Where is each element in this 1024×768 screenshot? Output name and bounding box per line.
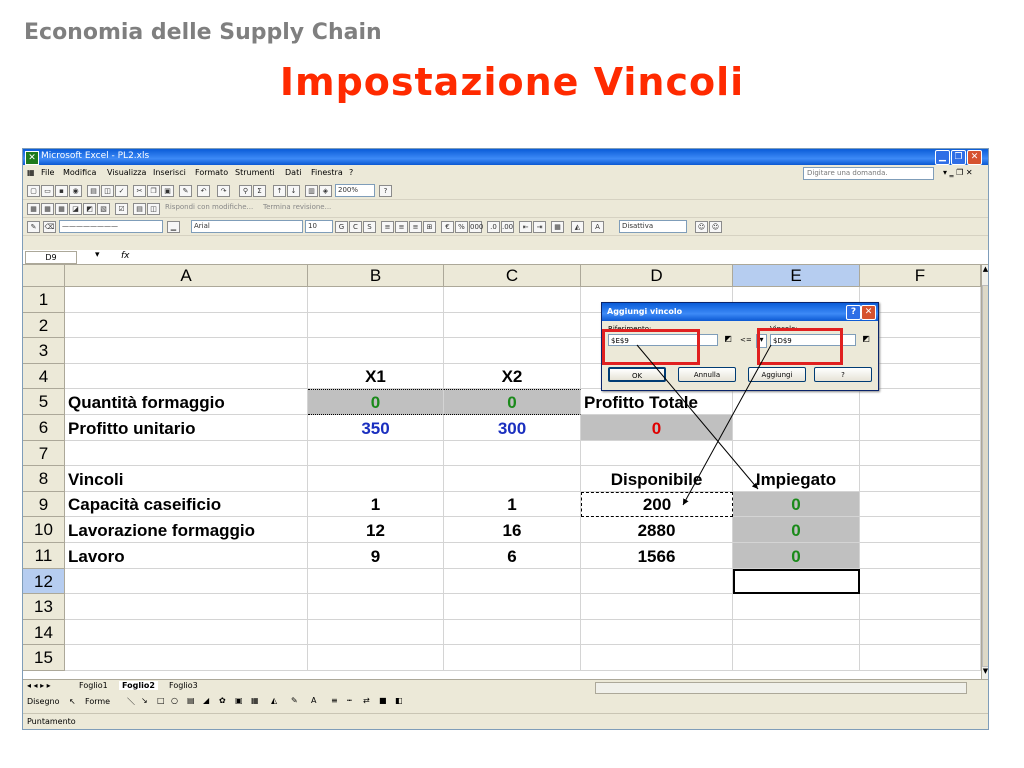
arrow-reference-to-e9 bbox=[636, 344, 759, 490]
slide-header: Economia delle Supply Chain bbox=[24, 20, 382, 45]
annotation-arrows bbox=[636, 344, 772, 506]
arrow-constraint-to-d9 bbox=[682, 344, 772, 506]
excel-window: ✕ Microsoft Excel - PL2.xls ▁ ❐ ✕ ▦ File… bbox=[22, 148, 989, 730]
slide-title: Impostazione Vincoli bbox=[279, 60, 745, 104]
